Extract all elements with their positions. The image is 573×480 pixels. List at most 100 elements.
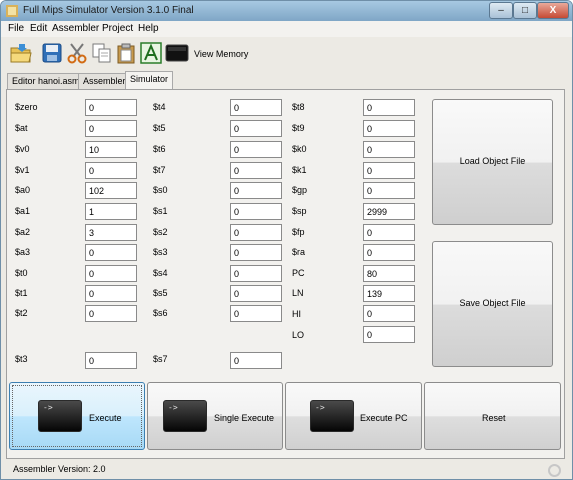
register-label: $v1 <box>15 165 30 175</box>
register-label: $t4 <box>153 102 166 112</box>
register-value-field[interactable]: 80 <box>363 265 415 282</box>
save-icon[interactable] <box>41 42 63 64</box>
register-value-field[interactable]: 0 <box>363 305 415 322</box>
register-label: PC <box>292 268 305 278</box>
tab-simulator[interactable]: Simulator <box>125 71 174 89</box>
register-value-field[interactable]: 139 <box>363 285 415 302</box>
register-value-field[interactable]: 1 <box>85 203 137 220</box>
register-label: LO <box>292 330 305 340</box>
register-value-field[interactable]: 0 <box>230 224 282 241</box>
register-value-field[interactable]: 0 <box>85 99 137 116</box>
register-label: $at <box>15 123 28 133</box>
register-label: $t1 <box>15 288 28 298</box>
toolbar: View Memory <box>1 37 572 71</box>
register-value-field[interactable]: 0 <box>230 203 282 220</box>
register-value-field[interactable]: 102 <box>85 182 137 199</box>
save-object-file-button[interactable]: Save Object File <box>432 241 553 367</box>
register-value-field[interactable]: 0 <box>85 352 137 369</box>
single-execute-button[interactable]: -> Single Execute <box>147 382 283 450</box>
register-value-field[interactable]: 0 <box>363 120 415 137</box>
window-title: Full Mips Simulator Version 3.1.0 Final <box>23 5 194 16</box>
terminal-prompt: -> <box>315 403 325 412</box>
tab-assembler[interactable]: Assembler <box>78 73 131 89</box>
menu-bar: File Edit Assembler Project Help <box>1 21 572 37</box>
execute-pc-label: Execute PC <box>360 413 408 423</box>
assemble-icon[interactable] <box>140 42 162 64</box>
resize-grip-icon[interactable] <box>548 464 561 477</box>
register-value-field[interactable]: 0 <box>230 162 282 179</box>
execute-button[interactable]: -> Execute <box>9 382 145 450</box>
register-value-field[interactable]: 0 <box>85 285 137 302</box>
register-value-field[interactable]: 0 <box>230 99 282 116</box>
terminal-prompt: -> <box>168 403 178 412</box>
register-label: $t0 <box>15 268 28 278</box>
assembler-version-text: Assembler Version: 2.0 <box>13 464 106 474</box>
menu-project[interactable]: Project <box>102 23 133 34</box>
register-value-field[interactable]: 0 <box>85 244 137 261</box>
register-value-field[interactable]: 0 <box>230 265 282 282</box>
register-value-field[interactable]: 0 <box>363 224 415 241</box>
title-bar: Full Mips Simulator Version 3.1.0 Final … <box>1 1 572 21</box>
register-label: $fp <box>292 227 305 237</box>
menu-help[interactable]: Help <box>138 23 159 34</box>
register-value-field[interactable]: 0 <box>85 162 137 179</box>
register-value-field[interactable]: 0 <box>85 265 137 282</box>
register-label: $s5 <box>153 288 168 298</box>
register-label: $k1 <box>292 165 307 175</box>
register-value-field[interactable]: 0 <box>85 305 137 322</box>
register-label: $k0 <box>292 144 307 154</box>
terminal-icon: -> <box>38 400 82 432</box>
execute-pc-button[interactable]: -> Execute PC <box>285 382 422 450</box>
register-value-field[interactable]: 0 <box>230 141 282 158</box>
register-value-field[interactable]: 0 <box>363 162 415 179</box>
tab-bar: Editor hanoi.asm Assembler Simulator <box>1 71 572 89</box>
menu-assembler[interactable]: Assembler <box>52 23 99 34</box>
maximize-button[interactable]: □ <box>513 2 537 19</box>
menu-file[interactable]: File <box>8 23 24 34</box>
terminal-prompt: -> <box>43 403 53 412</box>
copy-icon[interactable] <box>91 42 113 64</box>
register-value-field[interactable]: 0 <box>363 326 415 343</box>
single-execute-label: Single Execute <box>214 413 275 423</box>
terminal-icon: -> <box>310 400 354 432</box>
open-folder-icon[interactable] <box>10 42 32 64</box>
minimize-button[interactable]: – <box>489 2 513 19</box>
register-label: $t2 <box>15 308 28 318</box>
load-object-file-label: Load Object File <box>459 156 526 166</box>
register-value-field[interactable]: 0 <box>363 141 415 158</box>
reset-button[interactable]: Reset <box>424 382 561 450</box>
register-label: $t3 <box>15 354 28 364</box>
register-value-field[interactable]: 0 <box>363 182 415 199</box>
reset-label: Reset <box>482 413 506 423</box>
register-value-field[interactable]: 0 <box>363 244 415 261</box>
register-label: $s0 <box>153 185 168 195</box>
register-label: HI <box>292 309 301 319</box>
tab-editor[interactable]: Editor hanoi.asm <box>7 73 85 89</box>
menu-edit[interactable]: Edit <box>30 23 47 34</box>
register-value-field[interactable]: 0 <box>230 244 282 261</box>
register-label: $sp <box>292 206 307 216</box>
cut-icon[interactable] <box>66 42 88 64</box>
register-value-field[interactable]: 0 <box>230 182 282 199</box>
view-memory-icon[interactable] <box>165 42 189 64</box>
register-value-field[interactable]: 0 <box>85 120 137 137</box>
register-value-field[interactable]: 0 <box>230 305 282 322</box>
load-object-file-button[interactable]: Load Object File <box>432 99 553 225</box>
paste-icon[interactable] <box>115 42 137 64</box>
register-value-field[interactable]: 10 <box>85 141 137 158</box>
register-value-field[interactable]: 2999 <box>363 203 415 220</box>
execute-label: Execute <box>89 413 122 423</box>
register-label: $t6 <box>153 144 166 154</box>
view-memory-label[interactable]: View Memory <box>194 49 248 59</box>
register-label: $a3 <box>15 247 31 257</box>
register-value-field[interactable]: 0 <box>230 285 282 302</box>
close-button[interactable]: X <box>537 2 569 19</box>
register-label: $t9 <box>292 123 305 133</box>
register-value-field[interactable]: 0 <box>230 120 282 137</box>
register-label: $a0 <box>15 185 31 195</box>
register-label: $t7 <box>153 165 166 175</box>
register-label: $s6 <box>153 308 168 318</box>
register-value-field[interactable]: 0 <box>363 99 415 116</box>
register-value-field[interactable]: 3 <box>85 224 137 241</box>
register-value-field[interactable]: 0 <box>230 352 282 369</box>
